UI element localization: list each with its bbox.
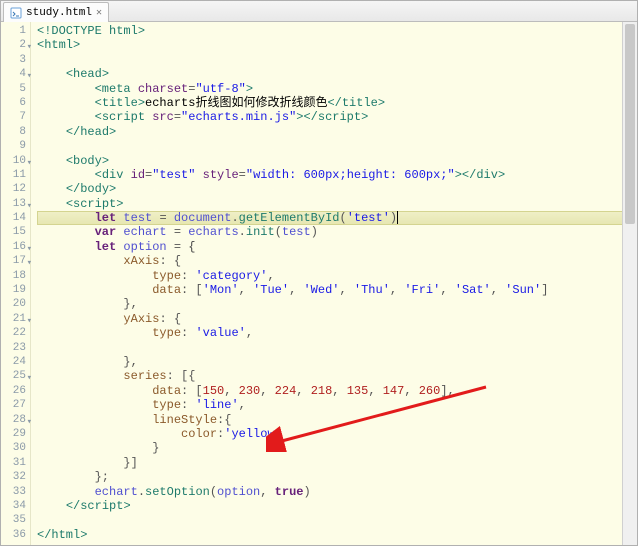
line-number: 32 [1,470,30,484]
code-line[interactable]: let option = { [37,240,637,254]
code-line[interactable]: }; [37,470,637,484]
line-number: 3 [1,53,30,67]
line-number: 6 [1,96,30,110]
editor-window: study.html ✕ 12▾34▾5678910▾111213▾141516… [0,0,638,546]
line-number: 28▾ [1,413,30,427]
code-line[interactable]: var echart = echarts.init(test) [37,225,637,239]
line-number: 9 [1,139,30,153]
code-line[interactable]: series: [{ [37,369,637,383]
code-line[interactable]: color:'yellow' [37,427,637,441]
code-line[interactable]: } [37,441,637,455]
line-number: 8 [1,125,30,139]
line-number: 24 [1,355,30,369]
code-editor[interactable]: 12▾34▾5678910▾111213▾141516▾17▾18192021▾… [1,22,637,545]
line-number: 15 [1,225,30,239]
code-line-current[interactable]: let test = document.getElementById('test… [37,211,637,225]
line-number: 23 [1,341,30,355]
line-number: 10▾ [1,154,30,168]
code-area[interactable]: <!DOCTYPE html> <html> <head> <meta char… [31,22,637,545]
code-line[interactable]: echart.setOption(option, true) [37,485,637,499]
line-number-gutter: 12▾34▾5678910▾111213▾141516▾17▾18192021▾… [1,22,31,545]
code-line[interactable]: <script src="echarts.min.js"></script> [37,110,637,124]
scrollbar-thumb[interactable] [625,24,635,224]
line-number: 20 [1,297,30,311]
line-number: 30 [1,441,30,455]
line-number: 29 [1,427,30,441]
vertical-scrollbar[interactable] [622,22,637,545]
code-line[interactable] [37,53,637,67]
code-line[interactable]: }, [37,355,637,369]
line-number: 1 [1,24,30,38]
line-number: 4▾ [1,67,30,81]
code-line[interactable]: </body> [37,182,637,196]
line-number: 11 [1,168,30,182]
code-line[interactable]: </html> [37,528,637,542]
code-line[interactable]: <script> [37,197,637,211]
tab-bar: study.html ✕ [1,1,637,22]
text-cursor [397,211,398,224]
line-number: 17▾ [1,254,30,268]
line-number: 16▾ [1,240,30,254]
line-number: 34 [1,499,30,513]
line-number: 22 [1,326,30,340]
line-number: 31 [1,456,30,470]
code-line[interactable]: xAxis: { [37,254,637,268]
code-line[interactable]: </script> [37,499,637,513]
close-icon[interactable]: ✕ [96,7,102,19]
code-line[interactable] [37,139,637,153]
line-number: 13▾ [1,197,30,211]
code-line[interactable]: }, [37,297,637,311]
code-line[interactable]: type: 'line', [37,398,637,412]
line-number: 2▾ [1,38,30,52]
line-number: 12 [1,182,30,196]
code-line[interactable]: data: [150, 230, 224, 218, 135, 147, 260… [37,384,637,398]
code-line[interactable]: yAxis: { [37,312,637,326]
code-line[interactable]: <meta charset="utf-8"> [37,82,637,96]
code-line[interactable]: <title>echarts折线图如何修改折线颜色</title> [37,96,637,110]
code-line[interactable]: <html> [37,38,637,52]
file-tab[interactable]: study.html ✕ [3,2,109,22]
code-line[interactable]: }] [37,456,637,470]
code-line[interactable]: <!DOCTYPE html> [37,24,637,38]
line-number: 14 [1,211,30,225]
line-number: 21▾ [1,312,30,326]
line-number: 26 [1,384,30,398]
line-number: 27 [1,398,30,412]
line-number: 5 [1,82,30,96]
code-line[interactable]: </head> [37,125,637,139]
line-number: 18 [1,269,30,283]
code-line[interactable]: <head> [37,67,637,81]
code-line[interactable]: type: 'value', [37,326,637,340]
line-number: 33 [1,485,30,499]
line-number: 7 [1,110,30,124]
code-line[interactable]: type: 'category', [37,269,637,283]
code-line[interactable]: <div id="test" style="width: 600px;heigh… [37,168,637,182]
line-number: 35 [1,513,30,527]
line-number: 19 [1,283,30,297]
code-line[interactable]: lineStyle:{ [37,413,637,427]
line-number: 25▾ [1,369,30,383]
code-line[interactable] [37,341,637,355]
code-line[interactable] [37,513,637,527]
code-line[interactable]: data: ['Mon', 'Tue', 'Wed', 'Thu', 'Fri'… [37,283,637,297]
tab-filename: study.html [26,7,92,19]
line-number: 36 [1,528,30,542]
html-file-icon [10,7,22,19]
code-line[interactable]: <body> [37,154,637,168]
